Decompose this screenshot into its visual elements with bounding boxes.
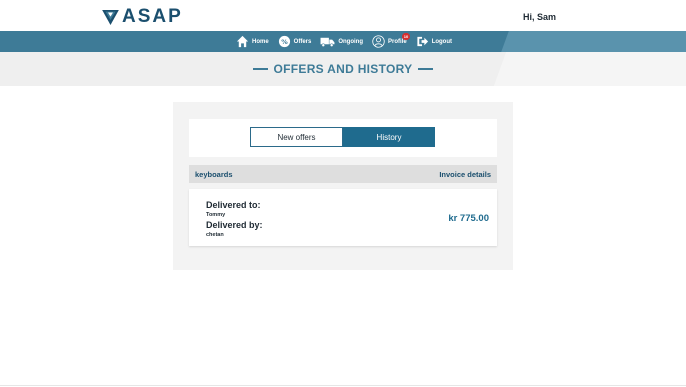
truck-icon xyxy=(320,37,335,47)
nav-label-home: Home xyxy=(252,38,269,45)
tab-history[interactable]: History xyxy=(343,127,435,147)
nav-item-home[interactable]: Home xyxy=(236,35,269,48)
asap-logo[interactable]: ASAP xyxy=(102,6,183,27)
title-divider-right xyxy=(418,68,434,70)
svg-text:%: % xyxy=(281,38,288,46)
main-navbar: Home % Offers Ongoing Profile 10 Logout xyxy=(0,31,686,52)
nav-label-ongoing: Ongoing xyxy=(338,38,364,45)
home-icon xyxy=(236,35,249,48)
delivered-to-label: Delivered to: xyxy=(206,200,261,210)
percent-icon: % xyxy=(278,35,290,48)
tab-new-offers[interactable]: New offers xyxy=(250,127,343,147)
title-divider-left xyxy=(252,68,268,70)
delivered-by-label: Delivered by: xyxy=(206,220,263,230)
tabs-container: New offers History xyxy=(189,119,497,157)
page-title-text: OFFERS AND HISTORY xyxy=(273,62,413,76)
nav-label-offers: Offers xyxy=(293,38,312,45)
order-card: Delivered to: Tommy Delivered by: chetan… xyxy=(189,189,497,246)
navbar-decoration xyxy=(501,31,686,52)
profile-notification-badge: 10 xyxy=(402,33,411,40)
nav-label-logout: Logout xyxy=(431,38,453,45)
page-title-band: OFFERS AND HISTORY xyxy=(0,52,686,86)
order-amount: kr 775.00 xyxy=(448,213,489,224)
logo-text: ASAP xyxy=(122,6,183,27)
order-header: keyboards Invoice details xyxy=(189,165,497,183)
logout-icon xyxy=(417,36,428,47)
main-nav: Home % Offers Ongoing Profile 10 Logout xyxy=(236,31,461,52)
nav-item-ongoing[interactable]: Ongoing xyxy=(320,35,363,48)
offers-history-panel: New offers History keyboards Invoice det… xyxy=(173,102,513,270)
page-title: OFFERS AND HISTORY xyxy=(0,52,686,86)
nav-item-logout[interactable]: Logout xyxy=(416,35,452,48)
user-greeting: Hi, Sam xyxy=(523,12,557,22)
nav-item-offers[interactable]: % Offers xyxy=(278,35,312,48)
invoice-details-link[interactable]: Invoice details xyxy=(439,170,491,179)
footer-divider xyxy=(0,385,686,386)
logo-mark-icon xyxy=(102,9,119,25)
user-icon xyxy=(372,35,385,48)
nav-item-profile[interactable]: Profile 10 xyxy=(372,33,411,48)
top-bar: ASAP Hi, Sam xyxy=(0,0,686,31)
order-item-name: keyboards xyxy=(195,170,233,179)
delivered-by-value: chetan xyxy=(206,232,224,238)
delivered-to-value: Tommy xyxy=(206,212,226,218)
